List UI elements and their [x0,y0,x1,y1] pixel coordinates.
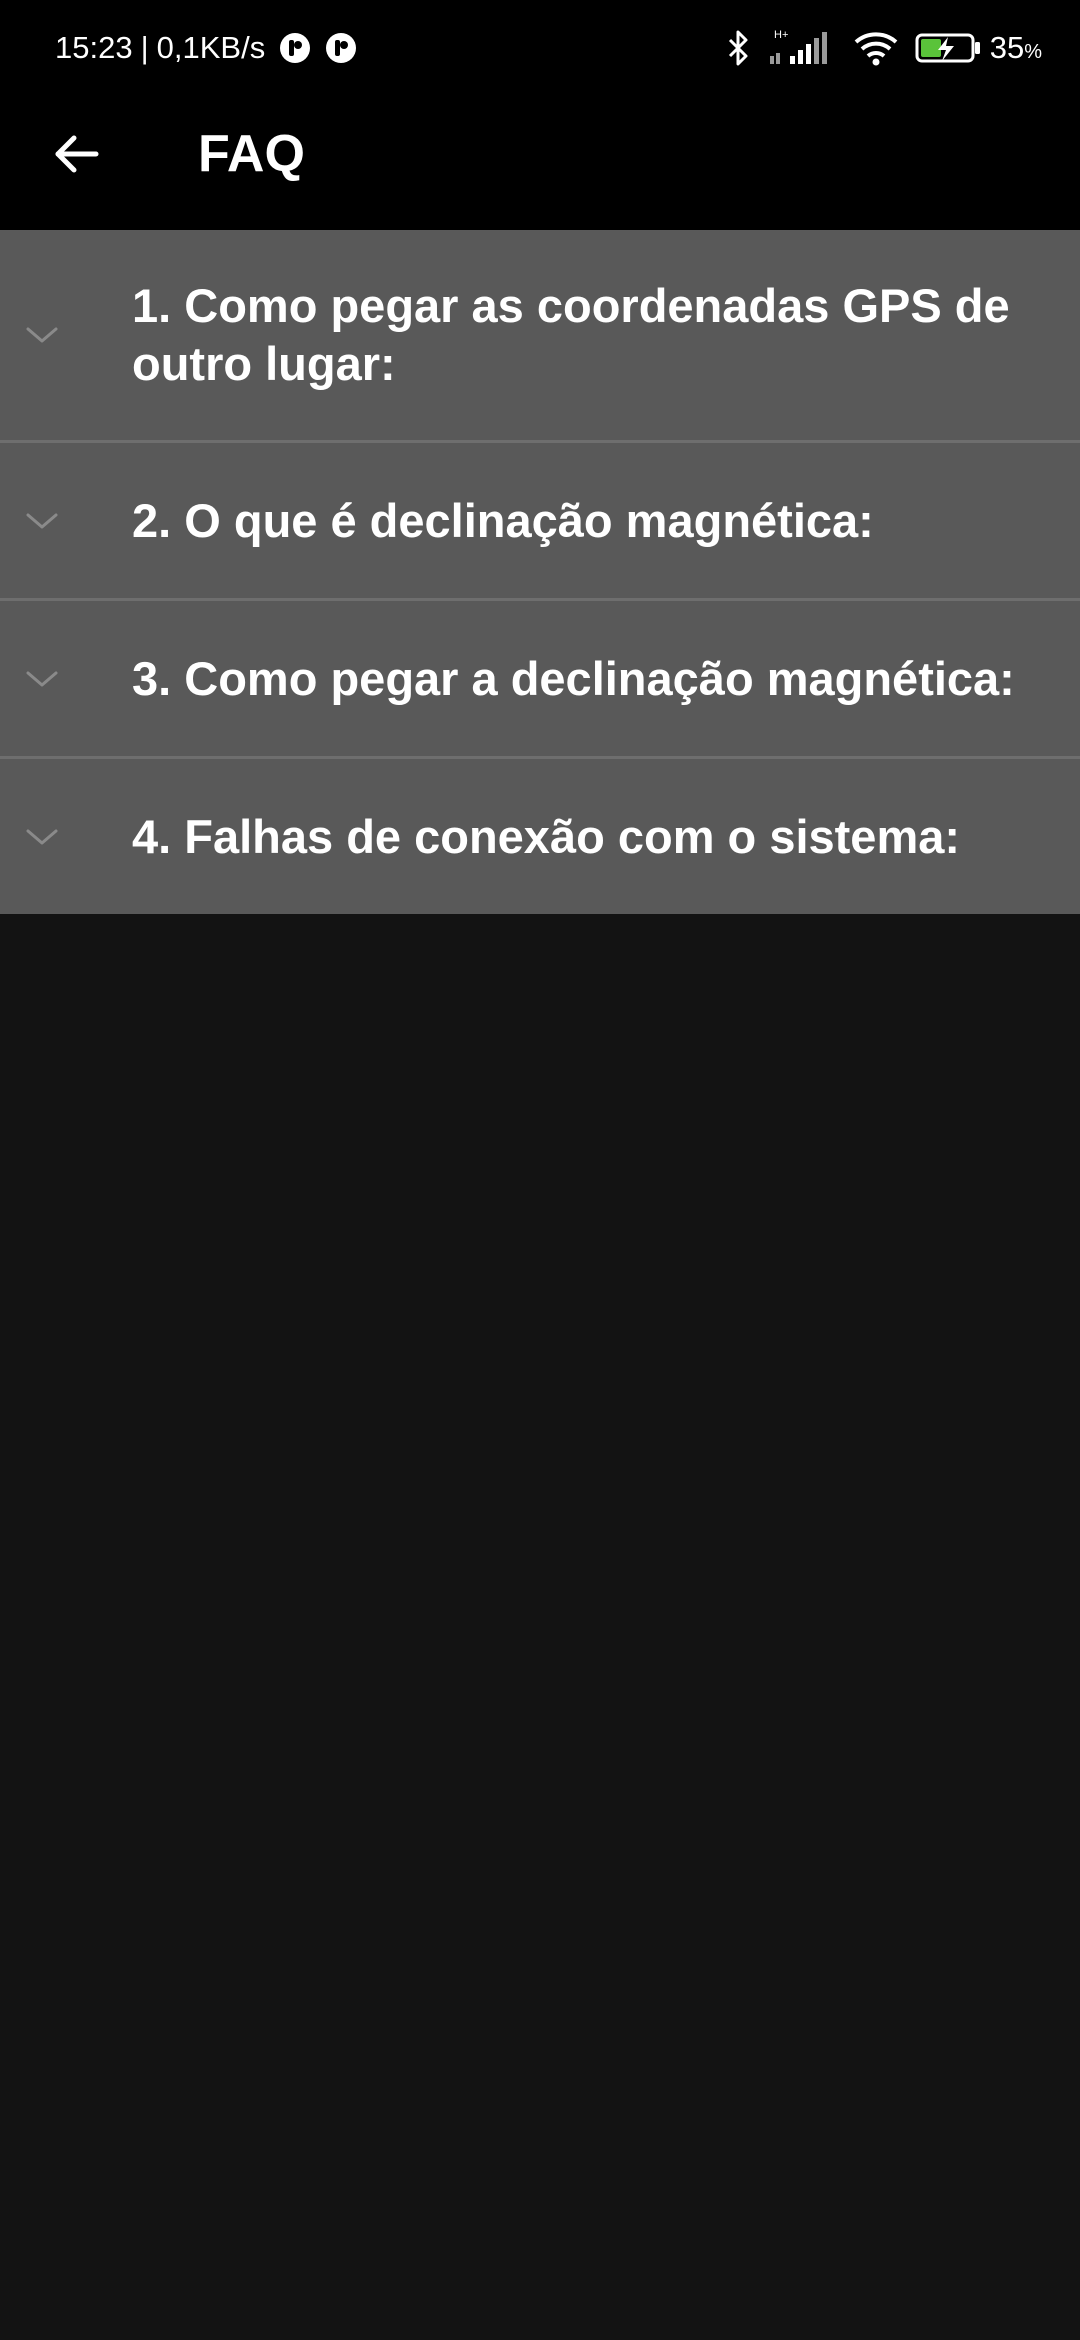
faq-item-4[interactable]: 4. Falhas de conexão com o sistema: [0,759,1080,914]
page-title: FAQ [198,125,305,183]
chevron-down-icon [26,671,58,686]
app-bar: FAQ [0,96,1080,230]
faq-item-2[interactable]: 2. O que é declinação magnética: [0,443,1080,601]
back-button[interactable] [40,118,112,190]
battery-charging-icon [915,33,980,63]
battery-value: 35 [989,30,1025,65]
faq-item-1[interactable]: 1. Como pegar as coordenadas GPS de outr… [0,230,1080,443]
faq-question: 4. Falhas de conexão com o sistema: [132,809,961,863]
battery-percentage: 35% [990,30,1042,66]
bluetooth-icon [728,30,748,66]
wifi-icon [854,32,898,66]
notification-app-icon [326,33,357,63]
faq-item-3[interactable]: 3. Como pegar a declinação magnética: [0,601,1080,759]
battery-unit: % [1024,41,1042,63]
status-net-speed: 0,1KB/s [156,30,266,65]
faq-list: 1. Como pegar as coordenadas GPS de outr… [0,230,1080,914]
status-right: H+ 35% [724,26,1042,70]
status-time: 15:23 [55,30,133,65]
cell-signal-icon: H+ [769,29,827,64]
notification-app-icon [280,33,311,63]
faq-question: 1. Como pegar as coordenadas GPS de outr… [132,279,1010,390]
arrow-left-icon [55,135,99,173]
chevron-down-icon [26,327,58,343]
status-bar: 15:23 | 0,1KB/s H+ 35% [0,0,1080,96]
chevron-down-icon [26,829,58,844]
status-left: 15:23 | 0,1KB/s [55,28,357,68]
status-separator: | [140,30,149,65]
faq-question: 2. O que é declinação magnética: [132,493,874,547]
chevron-down-icon [26,513,58,528]
faq-question: 3. Como pegar a declinação magnética: [132,651,1015,705]
svg-text:H+: H+ [774,29,788,41]
